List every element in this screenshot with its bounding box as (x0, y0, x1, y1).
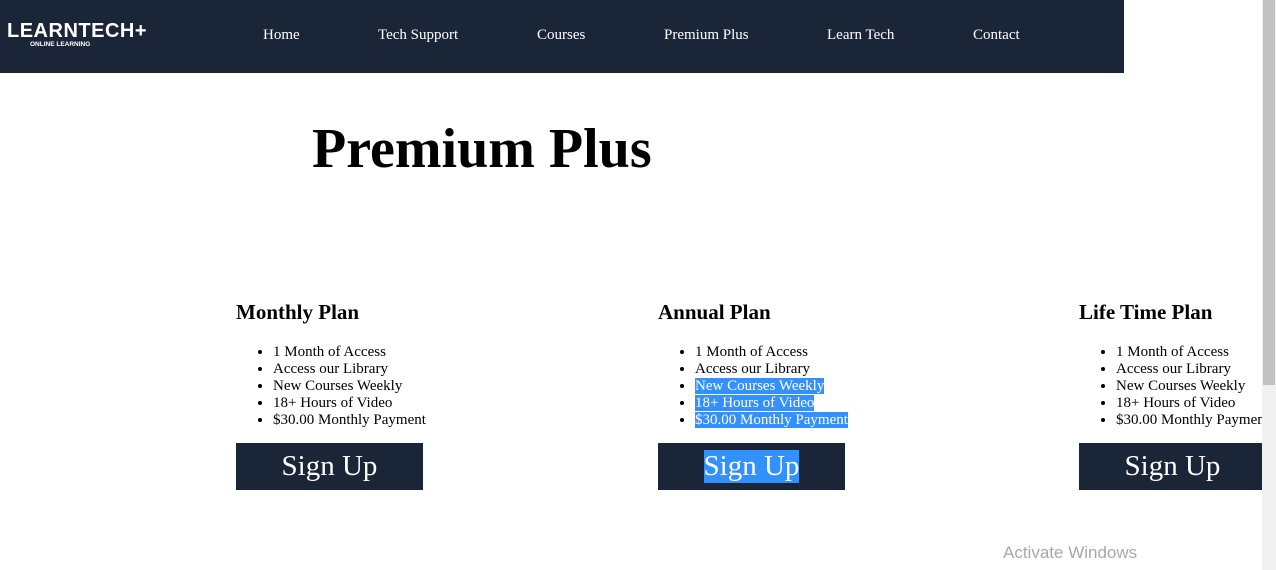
plan-lifetime: Life Time Plan 1 Month of Access Access … (1079, 298, 1276, 490)
activate-windows-watermark: Activate Windows (1003, 543, 1138, 562)
logo-subtitle: ONLINE LEARNING (30, 41, 91, 48)
feature-item: 1 Month of Access (695, 344, 848, 361)
vertical-scrollbar[interactable] (1262, 0, 1276, 570)
nav-tech-support[interactable]: Tech Support (378, 27, 458, 44)
feature-list: 1 Month of Access Access our Library New… (1079, 344, 1269, 429)
feature-item: 18+ Hours of Video (273, 395, 426, 412)
feature-item: Access our Library (1116, 361, 1269, 378)
sign-up-button[interactable]: Sign Up (658, 443, 845, 490)
feature-item: $30.00 Monthly Payment (1116, 412, 1269, 429)
plan-title: Monthly Plan (236, 300, 360, 324)
logo-text: LEARNTECH+ (7, 20, 148, 42)
sign-up-button[interactable]: Sign Up (236, 443, 423, 490)
feature-item: New Courses Weekly (695, 378, 848, 395)
feature-item: New Courses Weekly (273, 378, 426, 395)
feature-item: $30.00 Monthly Payment (695, 412, 848, 429)
feature-list: 1 Month of Access Access our Library New… (658, 344, 848, 429)
nav-courses[interactable]: Courses (537, 27, 585, 44)
nav-home[interactable]: Home (263, 27, 300, 44)
scrollbar-thumb[interactable] (1263, 0, 1275, 385)
plan-annual: Annual Plan 1 Month of Access Access our… (658, 298, 858, 490)
feature-item: 1 Month of Access (1116, 344, 1269, 361)
feature-item: 18+ Hours of Video (1116, 395, 1269, 412)
feature-item: $30.00 Monthly Payment (273, 412, 426, 429)
feature-item: 18+ Hours of Video (695, 395, 848, 412)
nav-learn-tech[interactable]: Learn Tech (827, 27, 894, 44)
plan-monthly: Monthly Plan 1 Month of Access Access ou… (236, 298, 436, 490)
feature-item: Access our Library (273, 361, 426, 378)
feature-item: Access our Library (695, 361, 848, 378)
sign-up-button[interactable]: Sign Up (1079, 443, 1266, 490)
nav-premium-plus[interactable]: Premium Plus (664, 27, 749, 44)
navbar: LEARNTECH+ ONLINE LEARNING Home Tech Sup… (0, 0, 1124, 73)
logo[interactable]: LEARNTECH+ ONLINE LEARNING (7, 20, 148, 48)
feature-item: 1 Month of Access (273, 344, 426, 361)
feature-item: New Courses Weekly (1116, 378, 1269, 395)
nav-contact[interactable]: Contact (973, 27, 1020, 44)
plan-title: Annual Plan (658, 300, 771, 324)
feature-list: 1 Month of Access Access our Library New… (236, 344, 426, 429)
plan-title: Life Time Plan (1079, 300, 1213, 324)
page-title: Premium Plus (312, 118, 652, 180)
